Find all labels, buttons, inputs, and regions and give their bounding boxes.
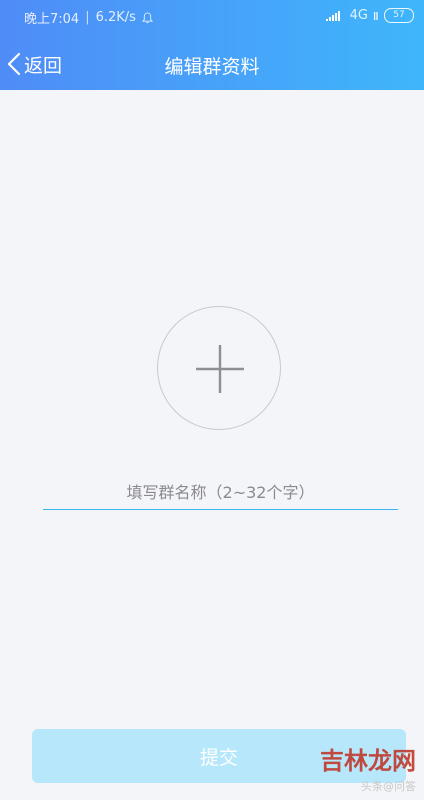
battery-indicator: 57 xyxy=(384,8,414,23)
submit-button[interactable]: 提交 xyxy=(32,729,406,783)
data-activity-icon xyxy=(374,11,378,20)
status-bar: 晚上7:04 | 6.2K/s 4G 57 xyxy=(0,0,424,32)
add-group-avatar-button[interactable] xyxy=(157,306,281,430)
signal-icon xyxy=(325,10,340,21)
network-speed: 6.2K/s xyxy=(95,10,136,25)
status-time: 晚上7:04 xyxy=(24,12,80,27)
bell-icon xyxy=(141,11,153,23)
status-separator: | xyxy=(85,10,90,25)
nav-bar: 返回 编辑群资料 xyxy=(0,38,424,88)
plus-icon xyxy=(196,345,244,393)
network-type: 4G xyxy=(349,8,368,23)
group-name-input[interactable] xyxy=(43,475,398,510)
status-left: 晚上7:04 | 6.2K/s xyxy=(24,8,153,27)
page-title: 编辑群资料 xyxy=(164,56,260,78)
header: 晚上7:04 | 6.2K/s 4G 57 返回 编辑群资料 xyxy=(0,0,424,90)
status-right: 4G 57 xyxy=(325,8,414,23)
